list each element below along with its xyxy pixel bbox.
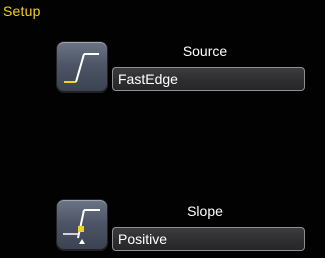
positive-slope-icon — [63, 209, 100, 244]
setup-panel: Setup Source FastEdge Slope Positive — [0, 0, 325, 258]
slope-button[interactable] — [57, 200, 107, 250]
rising-edge-trigger-icon — [64, 53, 99, 83]
section-title: Setup — [3, 3, 41, 19]
source-field[interactable]: FastEdge — [112, 67, 305, 91]
slope-label: Slope — [187, 203, 223, 219]
source-button[interactable] — [57, 42, 107, 92]
slope-field[interactable]: Positive — [112, 227, 305, 251]
source-label: Source — [182, 43, 228, 59]
